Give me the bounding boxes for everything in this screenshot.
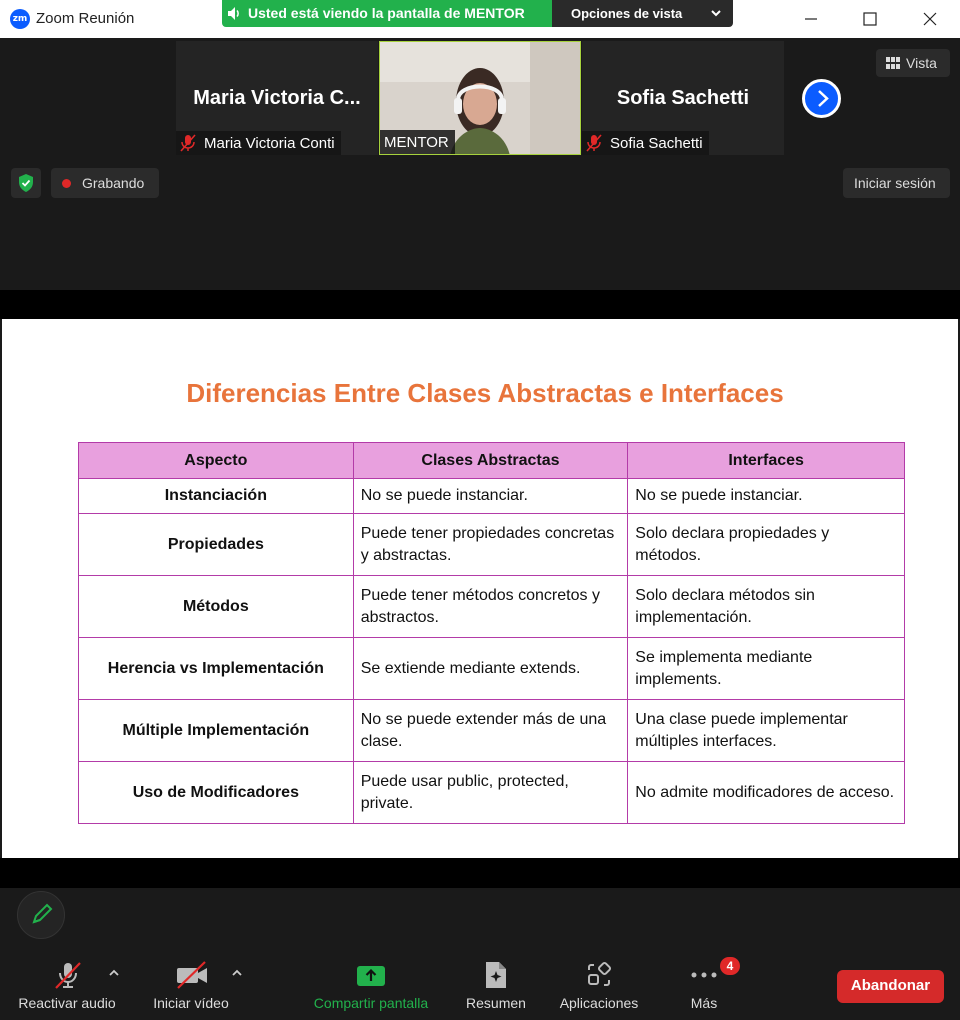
chevron-up-icon[interactable] bbox=[108, 968, 120, 976]
apps-label: Aplicaciones bbox=[559, 995, 639, 1011]
notification-badge: 4 bbox=[720, 957, 740, 975]
mic-muted-icon bbox=[586, 134, 602, 152]
share-banner-text: Usted está viendo la pantalla de MENTOR bbox=[248, 5, 525, 21]
share-letterbox-bottom bbox=[0, 858, 960, 888]
participant-display-name: Maria Victoria C... bbox=[193, 87, 361, 109]
more-dots-icon bbox=[691, 972, 717, 978]
table-cell: Múltiple Implementación bbox=[78, 699, 354, 762]
participant-gallery: Maria Victoria C... Maria Victoria Conti bbox=[0, 38, 960, 290]
table-cell: Puede tener métodos concretos y abstract… bbox=[352, 575, 629, 638]
mic-muted-icon bbox=[55, 962, 81, 989]
apps-icon bbox=[588, 961, 612, 986]
view-options-label: Opciones de vista bbox=[571, 6, 683, 21]
sign-in-button[interactable]: Iniciar sesión bbox=[843, 168, 950, 198]
comparison-table: Aspecto Clases Abstractas Interfaces Ins… bbox=[78, 442, 905, 824]
participant-name: Sofia Sachetti bbox=[610, 134, 703, 152]
table-cell: No se puede extender más de una clase. bbox=[352, 699, 629, 762]
participant-tile-active[interactable]: MENTOR bbox=[379, 41, 581, 155]
participant-name-tag: Maria Victoria Conti bbox=[176, 131, 341, 155]
participant-name-tag: Sofia Sachetti bbox=[582, 131, 709, 155]
participant-name: Maria Victoria Conti bbox=[204, 134, 335, 152]
video-label: Iniciar vídeo bbox=[153, 995, 229, 1011]
close-icon[interactable] bbox=[919, 8, 941, 30]
leave-button[interactable]: Abandonar bbox=[837, 970, 944, 1003]
chevron-right-icon bbox=[818, 90, 829, 107]
share-letterbox-top bbox=[0, 290, 960, 319]
table-cell: Solo declara propiedades y métodos. bbox=[627, 513, 905, 576]
record-dot-icon bbox=[62, 179, 71, 188]
table-cell: No se puede instanciar. bbox=[352, 478, 629, 514]
view-button[interactable]: Vista bbox=[876, 49, 950, 77]
grid-icon bbox=[886, 57, 900, 69]
speaker-icon bbox=[228, 7, 239, 20]
minimize-icon[interactable] bbox=[800, 8, 822, 30]
more-label: Más bbox=[690, 995, 718, 1011]
table-row: Herencia vs Implementación Se extiende m… bbox=[78, 637, 905, 700]
table-cell: Métodos bbox=[78, 575, 354, 638]
meeting-toolbar: Reactivar audio Iniciar vídeo Compartir … bbox=[0, 888, 960, 1020]
summary-button[interactable]: Resumen bbox=[461, 954, 531, 1014]
participant-name-tag: MENTOR bbox=[380, 130, 455, 154]
table-row: Instanciación No se puede instanciar. No… bbox=[78, 478, 905, 514]
share-label: Compartir pantalla bbox=[313, 995, 429, 1011]
column-header: Interfaces bbox=[627, 442, 905, 479]
table-cell: Herencia vs Implementación bbox=[78, 637, 354, 700]
table-cell: Puede tener propiedades concretas y abst… bbox=[352, 513, 629, 576]
shield-icon bbox=[19, 174, 33, 192]
participant-tile[interactable]: Maria Victoria C... Maria Victoria Conti bbox=[176, 41, 378, 155]
document-sparkle-icon bbox=[486, 962, 506, 988]
audio-label: Reactivar audio bbox=[18, 995, 116, 1011]
table-row: Métodos Puede tener métodos concretos y … bbox=[78, 575, 905, 638]
share-screen-icon bbox=[357, 966, 385, 986]
table-cell: Una clase puede implementar múltiples in… bbox=[627, 699, 905, 762]
table-cell: Puede usar public, protected, private. bbox=[352, 761, 629, 824]
screen-share-banner: Usted está viendo la pantalla de MENTOR bbox=[222, 0, 552, 27]
zoom-logo-icon: zm bbox=[10, 9, 30, 29]
table-header-row: Aspecto Clases Abstractas Interfaces bbox=[78, 442, 905, 479]
table-cell: No se puede instanciar. bbox=[627, 478, 905, 514]
apps-button[interactable]: Aplicaciones bbox=[553, 954, 645, 1014]
table-row: Propiedades Puede tener propiedades conc… bbox=[78, 513, 905, 576]
participant-name: MENTOR bbox=[384, 133, 449, 151]
maximize-icon[interactable] bbox=[859, 8, 881, 30]
title-bar: zm Zoom Reunión Usted está viendo la pan… bbox=[0, 0, 960, 38]
slide-title: Diferencias Entre Clases Abstractas e In… bbox=[186, 378, 784, 408]
column-header: Clases Abstractas bbox=[352, 442, 629, 479]
pencil-icon bbox=[32, 903, 53, 924]
zoom-window: zm Zoom Reunión Usted está viendo la pan… bbox=[0, 0, 960, 1020]
table-row: Múltiple Implementación No se puede exte… bbox=[78, 699, 905, 762]
share-screen-button[interactable]: Compartir pantalla bbox=[300, 954, 442, 1014]
security-shield[interactable] bbox=[11, 168, 41, 198]
participant-tile[interactable]: Sofia Sachetti Sofia Sachetti bbox=[582, 41, 784, 155]
window-title: Zoom Reunión bbox=[36, 10, 135, 27]
video-off-icon bbox=[177, 961, 207, 989]
recording-indicator[interactable]: Grabando bbox=[51, 168, 159, 198]
recording-label: Grabando bbox=[82, 175, 145, 191]
start-video-button[interactable]: Iniciar vídeo bbox=[144, 954, 238, 1014]
leave-label: Abandonar bbox=[850, 977, 931, 994]
table-cell: Se implementa mediante implements. bbox=[627, 637, 905, 700]
sign-in-label: Iniciar sesión bbox=[854, 175, 936, 191]
table-cell: Uso de Modificadores bbox=[78, 761, 354, 824]
unmute-audio-button[interactable]: Reactivar audio bbox=[10, 954, 124, 1014]
shared-slide: Diferencias Entre Clases Abstractas e In… bbox=[2, 319, 958, 858]
table-cell: No admite modificadores de acceso. bbox=[627, 761, 905, 824]
annotate-button[interactable] bbox=[17, 891, 65, 939]
participant-display-name: Sofia Sachetti bbox=[616, 87, 750, 109]
table-cell: Instanciación bbox=[78, 478, 354, 514]
column-header: Aspecto bbox=[78, 442, 354, 479]
table-cell: Se extiende mediante extends. bbox=[352, 637, 629, 700]
chevron-down-icon bbox=[711, 10, 721, 17]
mic-muted-icon bbox=[180, 134, 196, 152]
view-label: Vista bbox=[906, 55, 937, 71]
summary-label: Resumen bbox=[466, 995, 526, 1011]
table-cell: Propiedades bbox=[78, 513, 354, 576]
chevron-up-icon[interactable] bbox=[231, 968, 243, 976]
table-row: Uso de Modificadores Puede usar public, … bbox=[78, 761, 905, 824]
view-options-button[interactable]: Opciones de vista bbox=[552, 0, 733, 27]
next-page-button[interactable] bbox=[802, 79, 841, 118]
table-cell: Solo declara métodos sin implementación. bbox=[627, 575, 905, 638]
